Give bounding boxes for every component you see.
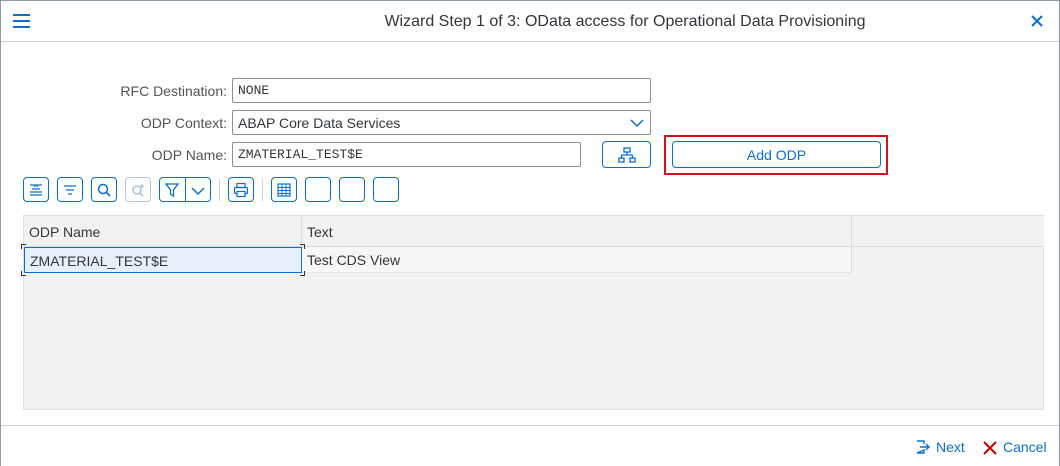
selection-corner <box>300 244 305 249</box>
odp-context-label-cell: ODP Context: <box>1 110 227 136</box>
print-button[interactable] <box>228 177 254 202</box>
spreadsheet-export-button[interactable] <box>271 177 297 202</box>
hierarchy-icon <box>618 147 636 163</box>
rfc-destination-label: RFC Destination: <box>120 83 227 99</box>
next-label: Next <box>936 439 965 455</box>
sort-button[interactable] <box>57 177 83 202</box>
wizard-dialog: Wizard Step 1 of 3: OData access for Ope… <box>0 0 1060 466</box>
cell-text[interactable]: Test CDS View <box>302 247 852 273</box>
toolbar-empty-button[interactable] <box>373 177 399 202</box>
odp-name-label-cell: ODP Name: <box>1 142 227 168</box>
toolbar-empty-button[interactable] <box>339 177 365 202</box>
page-title: Wizard Step 1 of 3: OData access for Ope… <box>384 13 866 30</box>
table-header: ODP Name Text <box>24 216 1044 247</box>
align-top-icon <box>30 184 42 196</box>
spreadsheet-icon <box>277 183 291 197</box>
chevron-down-icon[interactable] <box>630 117 644 129</box>
collapse-rows-button[interactable] <box>23 177 49 202</box>
cancel-icon <box>983 441 997 455</box>
odp-name-label: ODP Name: <box>151 147 227 163</box>
odp-context-label: ODP Context: <box>140 115 227 131</box>
table-row[interactable]: ZMATERIAL_TEST$E Test CDS View <box>24 247 852 273</box>
search-icon <box>97 183 111 197</box>
odp-table: ODP Name Text ZMATERIAL_TEST$E Test CDS … <box>21 215 1044 410</box>
close-icon[interactable] <box>1029 13 1045 29</box>
cancel-label: Cancel <box>1003 439 1047 455</box>
search-next-button[interactable] <box>125 177 151 202</box>
odp-context-select[interactable]: ABAP Core Data Services <box>232 110 651 135</box>
next-icon <box>916 440 930 454</box>
search-plus-icon <box>132 184 144 197</box>
cell-odp-name[interactable]: ZMATERIAL_TEST$E <box>24 247 302 273</box>
filter-button[interactable] <box>159 177 211 202</box>
add-odp-button[interactable]: Add ODP <box>672 141 881 168</box>
chevron-down-icon[interactable] <box>191 185 205 197</box>
dialog-footer: Next Cancel <box>1 425 1059 466</box>
toolbar-separator <box>219 179 220 201</box>
odp-name-input[interactable]: ZMATERIAL_TEST$E <box>232 142 581 167</box>
column-header-text[interactable]: Text <box>302 216 852 247</box>
filter-icon <box>164 183 180 198</box>
odp-context-value: ABAP Core Data Services <box>238 115 401 131</box>
toolbar-separator <box>262 179 263 201</box>
selection-corner <box>300 271 305 276</box>
hierarchy-button[interactable] <box>602 141 651 168</box>
filter-split-divider <box>185 178 186 201</box>
rfc-destination-label-cell: RFC Destination: <box>1 78 227 104</box>
cancel-button[interactable]: Cancel <box>982 438 1052 458</box>
search-button[interactable] <box>91 177 117 202</box>
selection-corner <box>21 271 26 276</box>
print-icon <box>233 182 249 198</box>
next-button[interactable]: Next <box>913 438 969 458</box>
toolbar-empty-button[interactable] <box>305 177 331 202</box>
column-header-odp-name[interactable]: ODP Name <box>24 216 302 247</box>
title-bar: Wizard Step 1 of 3: OData access for Ope… <box>1 1 1059 42</box>
rfc-destination-input[interactable]: NONE <box>232 78 651 103</box>
selection-corner <box>21 244 26 249</box>
sort-lines-icon <box>64 185 76 195</box>
